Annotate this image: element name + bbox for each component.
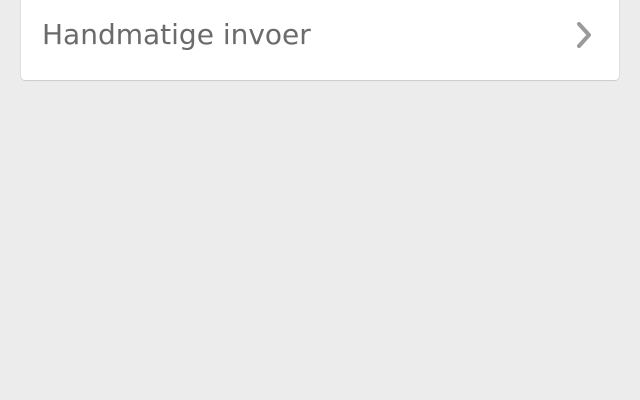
menu-card: Handmatige invoer (21, 0, 619, 80)
chevron-right-icon (577, 22, 591, 48)
manual-entry-label: Handmatige invoer (42, 18, 311, 51)
manual-entry-row[interactable]: Handmatige invoer (21, 0, 619, 80)
screen-background: Handmatige invoer (0, 0, 640, 400)
